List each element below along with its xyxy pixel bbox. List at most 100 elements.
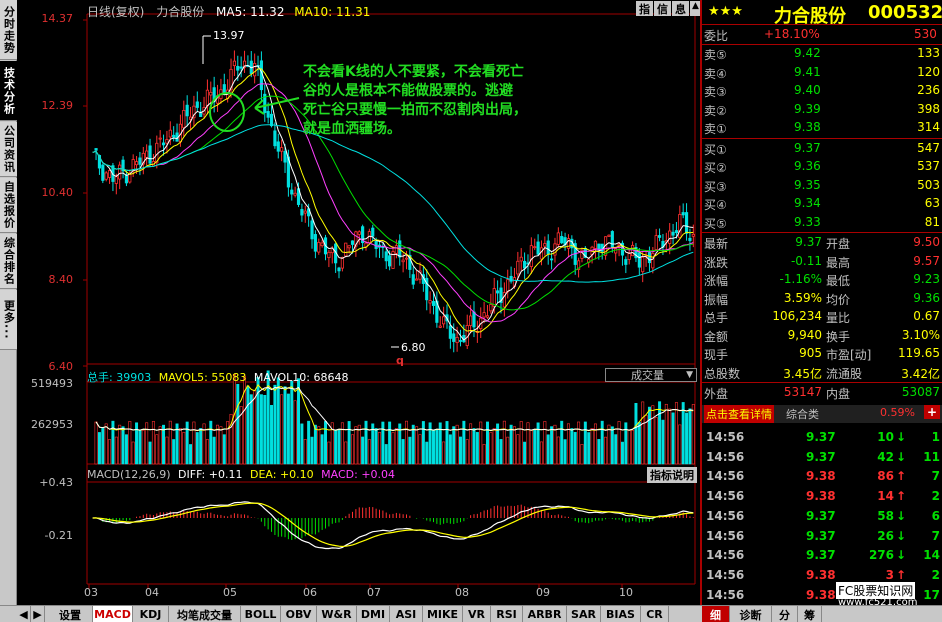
stat-value-2: 3.10%: [901, 327, 940, 342]
volume-bar: [283, 386, 287, 465]
quote-tab-0[interactable]: 细: [702, 606, 730, 622]
stat-value-2: 9.36: [913, 290, 940, 305]
indicator-tab-1[interactable]: MACD: [93, 606, 133, 622]
volume-bar: [418, 434, 422, 465]
volume-bar: [543, 421, 547, 465]
index-button[interactable]: 指: [636, 1, 653, 16]
volume-bar: [155, 434, 159, 465]
volume-bar: [421, 421, 425, 465]
x-tick-3: 06: [303, 586, 317, 599]
volume-bar: [570, 428, 574, 465]
volume-bar: [222, 434, 226, 465]
side-tab-5[interactable]: 更多...: [0, 290, 17, 350]
indicator-tab-2[interactable]: KDJ: [133, 606, 169, 622]
stat-value-2: 9.23: [913, 272, 940, 286]
volume-bar: [256, 376, 260, 465]
add-icon[interactable]: +: [924, 405, 940, 419]
volume-bar: [374, 428, 378, 465]
indicator-help-button[interactable]: 指标说明: [647, 467, 697, 483]
stat-value: 9.37: [795, 235, 822, 249]
tick-volume: 26: [877, 528, 894, 543]
side-tab-0[interactable]: 分时走势: [0, 0, 17, 60]
stat-row-6: 现手 905 市盈[动] 119.65: [702, 345, 942, 363]
candle-body: [489, 304, 493, 312]
macd-title: MACD(12,26,9): [87, 468, 171, 481]
volume-bar: [455, 424, 459, 465]
indicator-tab-6[interactable]: W&R: [317, 606, 357, 622]
info-button-2[interactable]: 息: [672, 1, 689, 16]
volume-bar: [459, 436, 462, 465]
candle-body: [280, 147, 284, 152]
volume-bar: [577, 421, 581, 465]
kline-chart-area[interactable]: 日线(复权) 力合股份 MA5: 11.32 MA10: 11.31 指 信 息…: [17, 0, 713, 605]
candle-body: [404, 257, 409, 260]
volume-bar: [637, 422, 641, 465]
sell-price: 9.39: [794, 101, 821, 116]
tick-price: 9.38: [806, 567, 836, 582]
volume-bar: [445, 421, 449, 465]
scroll-left-icon[interactable]: ◀: [17, 606, 31, 622]
tick-price: 9.38: [806, 469, 836, 484]
volume-bar: [97, 432, 101, 465]
volume-bar: [327, 441, 331, 465]
outer-inner-row: 外盘 53147 内盘 53087: [702, 384, 942, 402]
volume-bar: [270, 404, 274, 465]
side-tab-1[interactable]: 技术分析: [0, 61, 17, 121]
volume-bar: [499, 439, 503, 465]
volume-bar: [276, 377, 280, 465]
sell-level-5: 卖⑤ 9.42 133: [702, 45, 942, 63]
volume-bar: [415, 426, 419, 465]
candle-body: [303, 210, 307, 214]
buy-price: 9.37: [794, 140, 821, 155]
stat-row-2: 涨幅 -1.16% 最低 9.23: [702, 271, 942, 289]
candle-body: [637, 252, 641, 268]
buy-price: 9.34: [794, 196, 821, 210]
indicator-tab-4[interactable]: BOLL: [241, 606, 281, 622]
tick-count: 6: [931, 508, 940, 523]
candle-body: [401, 259, 405, 263]
indicator-tab-13[interactable]: SAR: [567, 606, 601, 622]
quote-tab-3[interactable]: 筹: [798, 606, 822, 622]
indicator-tab-3[interactable]: 均笔成交量: [169, 606, 241, 622]
indicator-tab-10[interactable]: VR: [463, 606, 491, 622]
indicator-tab-14[interactable]: BIAS: [601, 606, 641, 622]
bottom-tab-bar: ◀ ▶ 设置 MACD KDJ 均笔成交量 BOLL OBV W&R DMI ASI MIKE VR RS…: [0, 605, 942, 622]
low-price-tag: q: [396, 354, 404, 367]
indicator-tab-5[interactable]: OBV: [281, 606, 317, 622]
volume-bar: [425, 441, 429, 465]
indicator-selector[interactable]: 成交量 ▼: [605, 368, 697, 382]
candle-body: [438, 325, 442, 328]
candle-body: [617, 243, 621, 247]
volume-bar: [664, 403, 668, 465]
outer-label: 外盘: [704, 387, 729, 401]
candle-body: [148, 145, 152, 164]
indicator-tab-8[interactable]: ASI: [390, 606, 423, 622]
stat-row-5: 金额 9,940 换手 3.10%: [702, 327, 942, 345]
sell-level-2: 卖② 9.39 398: [702, 101, 942, 119]
detail-button[interactable]: 点击查看详情: [704, 405, 774, 423]
volume-bar: [313, 424, 317, 465]
quote-tab-1[interactable]: 诊断: [730, 606, 772, 622]
indicator-tab-12[interactable]: ARBR: [523, 606, 567, 622]
info-button[interactable]: 信: [654, 1, 671, 16]
volume-bar: [357, 424, 361, 465]
volume-bar: [195, 432, 199, 465]
quote-tab-2[interactable]: 分: [772, 606, 798, 622]
candle-body: [492, 288, 496, 307]
volume-bar: [647, 406, 651, 465]
stat-row-1: 涨跌 -0.11 最高 9.57: [702, 253, 942, 271]
side-tab-2[interactable]: 公司资讯: [0, 122, 17, 177]
tick-row-4: 14:56 9.37 58 ↓ 6: [702, 508, 942, 526]
scroll-right-icon[interactable]: ▶: [31, 606, 45, 622]
indicator-tab-7[interactable]: DMI: [357, 606, 390, 622]
indicator-tab-11[interactable]: RSI: [491, 606, 523, 622]
volume-bar: [674, 402, 678, 465]
candle-body: [415, 278, 419, 281]
indicator-tab-15[interactable]: CR: [641, 606, 669, 622]
indicator-tab-9[interactable]: MIKE: [423, 606, 463, 622]
volume-bar: [590, 428, 594, 465]
indicator-tab-0[interactable]: 设置: [48, 606, 93, 622]
candle-body: [165, 139, 169, 144]
stock-code: 000532: [868, 2, 942, 23]
candle-body: [269, 113, 274, 127]
